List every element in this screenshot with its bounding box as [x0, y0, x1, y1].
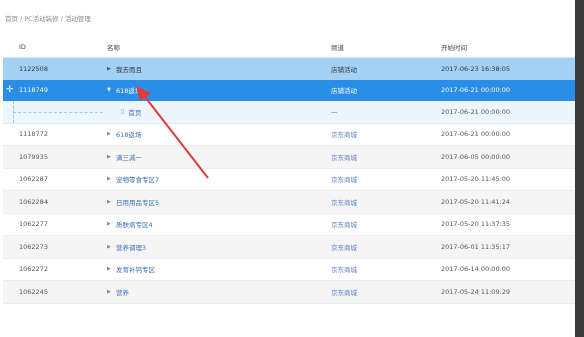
- row-channel: 店铺活动: [331, 87, 357, 96]
- row-name[interactable]: 618返场: [116, 129, 141, 139]
- caret-down-icon[interactable]: ▼: [107, 87, 116, 93]
- caret-right-icon[interactable]: ▶: [107, 66, 116, 72]
- table-row[interactable]: 1062273 ▶ 营养调理3 京东商城 2017-06-01 11:35:17: [3, 236, 575, 259]
- row-start-time: 2017-06-23 16:38:05: [441, 64, 511, 73]
- table-row[interactable]: 1062284 ▶ 日用用品专区5 京东商城 2017-05-20 11:41:2…: [3, 191, 575, 214]
- table-row[interactable]: 1062287 ▶ 宠物零食专区7 京东商城 2017-05-20 11:45:0…: [3, 169, 575, 191]
- row-id: 1118772: [19, 130, 48, 139]
- breadcrumb-home[interactable]: 首页: [5, 15, 18, 23]
- caret-right-icon[interactable]: ▶: [107, 154, 116, 160]
- caret-right-icon[interactable]: ▶: [107, 131, 116, 137]
- table-row[interactable]: 1062277 ▶ 质肤病专区4 京东商城 2017-05-20 11:37:35: [3, 214, 575, 236]
- row-channel: 京东商城: [331, 176, 357, 185]
- row-channel: 京东商城: [331, 288, 357, 297]
- row-name-cell: ▶ 宠物零食专区7: [107, 169, 159, 191]
- row-name[interactable]: 日用用品专区5: [116, 197, 159, 207]
- row-start-time: 2017-05-20 11:45:00: [441, 175, 511, 184]
- row-start-time: 2017-06-05 00:00:00: [441, 152, 511, 161]
- row-channel: 京东商城: [331, 243, 357, 252]
- row-start-time: 2017-05-20 11:37:35: [441, 220, 511, 229]
- table-row[interactable]: 1062272 ▶ 发育补钙专区 京东商城 2017-06-14 00:00:00: [3, 259, 575, 281]
- activity-table: ID 名称 频道 开始时间 1122508 ▶ 我去而且 店铺活动 2017-06…: [3, 37, 575, 304]
- caret-right-icon[interactable]: ▶: [107, 221, 116, 227]
- table-row[interactable]: 1079935 ▶ 满三减一 京东商城 2017-06-05 00:00:00: [3, 146, 575, 169]
- row-channel: 京东商城: [331, 221, 357, 230]
- breadcrumb-activity-management: 活动管理: [64, 15, 91, 23]
- row-id: 1062287: [19, 175, 48, 184]
- row-channel: 京东商城: [331, 266, 357, 275]
- row-channel: 京东商城: [331, 153, 357, 162]
- column-header-name[interactable]: 名称: [107, 37, 120, 57]
- column-header-id[interactable]: ID: [19, 37, 26, 57]
- caret-right-icon[interactable]: ▶: [107, 289, 116, 295]
- row-name[interactable]: 质肤病专区4: [116, 219, 153, 229]
- caret-right-icon[interactable]: ▶: [107, 266, 116, 272]
- row-start-time: 2017-06-21 00:00:00: [441, 107, 511, 116]
- column-header-start-time[interactable]: 开始时间: [441, 37, 467, 57]
- row-name-cell: ▶ 营养调理3: [107, 236, 146, 258]
- row-channel: 京东商城: [331, 131, 357, 140]
- row-id: 1062245: [19, 287, 48, 296]
- row-name-cell: ▯ 首页: [121, 101, 141, 123]
- row-name-cell: ▼ 618返场: [107, 80, 141, 102]
- document-icon: ▯: [121, 108, 125, 116]
- window-scrollbar[interactable]: [575, 0, 584, 337]
- caret-right-icon[interactable]: ▶: [107, 176, 116, 182]
- row-name[interactable]: 发育补钙专区: [116, 264, 155, 274]
- row-name[interactable]: 首页: [128, 107, 141, 117]
- row-id: 1079935: [19, 152, 48, 161]
- row-start-time: 2017-06-21 00:00:00: [441, 130, 511, 139]
- row-name-cell: ▶ 618返场: [107, 124, 141, 146]
- breadcrumb-separator: /: [20, 15, 23, 23]
- table-row-selected[interactable]: ✛ 1118749 ▼ 618返场 店铺活动 2017-06-21 00:00:0…: [3, 79, 575, 102]
- row-name[interactable]: 我去而且: [116, 64, 142, 74]
- caret-right-icon[interactable]: ▶: [107, 199, 116, 205]
- row-id: 1062273: [19, 242, 48, 251]
- row-channel: 京东商城: [331, 198, 357, 207]
- breadcrumb-separator: /: [60, 15, 63, 23]
- row-name-cell: ▶ 质肤病专区4: [107, 214, 153, 236]
- row-channel: —: [331, 107, 338, 116]
- row-name-cell: ▶ 发育补钙专区: [107, 259, 155, 281]
- row-name[interactable]: 营养调理3: [116, 242, 146, 252]
- table-header: ID 名称 频道 开始时间: [3, 37, 575, 58]
- row-name-cell: ▶ 我去而且: [107, 58, 142, 80]
- row-start-time: 2017-06-21 00:00:00: [441, 86, 511, 95]
- row-id: 1118749: [19, 86, 48, 95]
- table-row[interactable]: 1062245 ▶ 营养 京东商城 2017-05-24 11:09:29: [3, 281, 575, 304]
- breadcrumb-pc-decoration[interactable]: PC活动装修: [24, 15, 58, 23]
- table-row-child[interactable]: ▯ 首页 — 2017-06-21 00:00:00: [3, 101, 575, 124]
- row-name-cell: ▶ 营养: [107, 281, 129, 303]
- row-start-time: 2017-05-20 11:41:24: [441, 197, 511, 206]
- row-id: 1062272: [19, 265, 48, 274]
- row-name[interactable]: 营养: [116, 287, 129, 297]
- row-id: 1062284: [19, 197, 48, 206]
- tree-connector: [13, 101, 103, 123]
- row-channel: 店铺活动: [331, 65, 357, 74]
- row-name[interactable]: 宠物零食专区7: [116, 174, 159, 184]
- row-start-time: 2017-06-14 00:00:00: [441, 265, 511, 274]
- table-row[interactable]: 1118772 ▶ 618返场 京东商城 2017-06-21 00:00:00: [3, 124, 575, 146]
- breadcrumb: 首页 / PC活动装修 / 活动管理: [5, 13, 91, 23]
- caret-right-icon[interactable]: ▶: [107, 244, 116, 250]
- row-name[interactable]: 618返场: [116, 85, 141, 95]
- row-name[interactable]: 满三减一: [116, 152, 142, 162]
- tree-connector-horizontal: [13, 111, 103, 113]
- row-name-cell: ▶ 满三减一: [107, 146, 142, 168]
- row-start-time: 2017-06-01 11:35:17: [441, 242, 511, 251]
- row-id: 1122508: [19, 64, 48, 73]
- plus-move-icon[interactable]: ✛: [6, 80, 14, 102]
- row-start-time: 2017-05-24 11:09:29: [441, 287, 511, 296]
- column-header-channel[interactable]: 频道: [331, 37, 344, 57]
- table-row[interactable]: 1122508 ▶ 我去而且 店铺活动 2017-06-23 16:38:05: [3, 58, 575, 80]
- row-name-cell: ▶ 日用用品专区5: [107, 191, 159, 213]
- row-id: 1062277: [19, 220, 48, 229]
